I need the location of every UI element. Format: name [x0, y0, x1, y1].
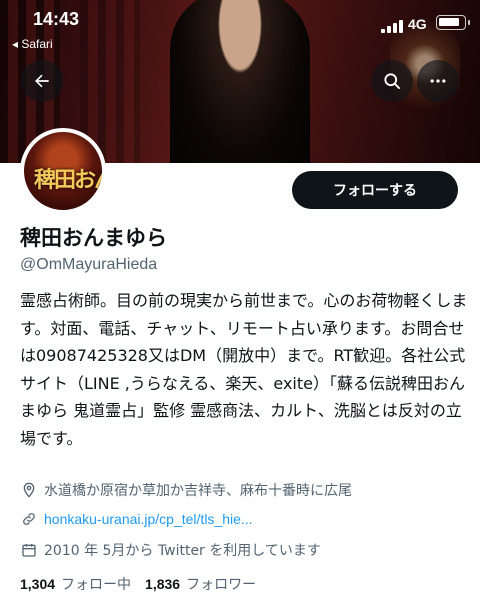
user-handle: @OmMayuraHieda	[20, 256, 158, 273]
arrow-left-icon	[35, 74, 49, 88]
calendar-icon	[20, 541, 38, 559]
avatar[interactable]: 稗田おんまゆら	[20, 128, 106, 214]
follow-button[interactable]: フォローする	[292, 171, 458, 209]
signal-icon	[381, 20, 403, 33]
follow-stats: 1,304 フォロー中 1,836 フォロワー	[20, 574, 270, 594]
following-label: フォロー中	[61, 577, 132, 593]
link-icon	[20, 510, 38, 528]
back-to-safari[interactable]: ◂ Safari	[12, 37, 53, 51]
website-link[interactable]: honkaku-uranai.jp/cp_tel/tls_hie...	[44, 511, 253, 527]
battery-icon	[436, 15, 470, 30]
more-button[interactable]	[417, 60, 459, 102]
avatar-logo-text: 稗田おんまゆら	[34, 167, 102, 193]
followers-link[interactable]: 1,836 フォロワー	[145, 574, 256, 594]
joined-text: 2010 年 5月から Twitter を利用しています	[44, 543, 321, 559]
search-icon	[384, 73, 400, 90]
search-button[interactable]	[371, 60, 413, 102]
location-row: 水道橋か原宿か草加か吉祥寺、麻布十番時に広尾	[20, 480, 352, 500]
location-pin-icon	[20, 481, 38, 499]
followers-count: 1,836	[145, 576, 181, 592]
followers-label: フォロワー	[186, 577, 257, 593]
location-text: 水道橋か原宿か草加か吉祥寺、麻布十番時に広尾	[44, 483, 352, 499]
status-bar: 14:43 ◂ Safari 4G	[0, 0, 480, 58]
status-time: 14:43	[33, 9, 80, 29]
website-row: honkaku-uranai.jp/cp_tel/tls_hie...	[20, 510, 253, 528]
more-horizontal-icon	[430, 79, 446, 83]
joined-row: 2010 年 5月から Twitter を利用しています	[20, 540, 321, 560]
display-name: 稗田おんまゆら	[20, 226, 167, 250]
back-button[interactable]	[21, 60, 63, 102]
network-type: 4G	[408, 16, 427, 32]
following-link[interactable]: 1,304 フォロー中	[20, 574, 131, 594]
profile-bio: 霊感占術師。目の前の現実から前世まで。心のお荷物軽くします。対面、電話、チャット…	[20, 291, 468, 448]
following-count: 1,304	[20, 576, 56, 592]
